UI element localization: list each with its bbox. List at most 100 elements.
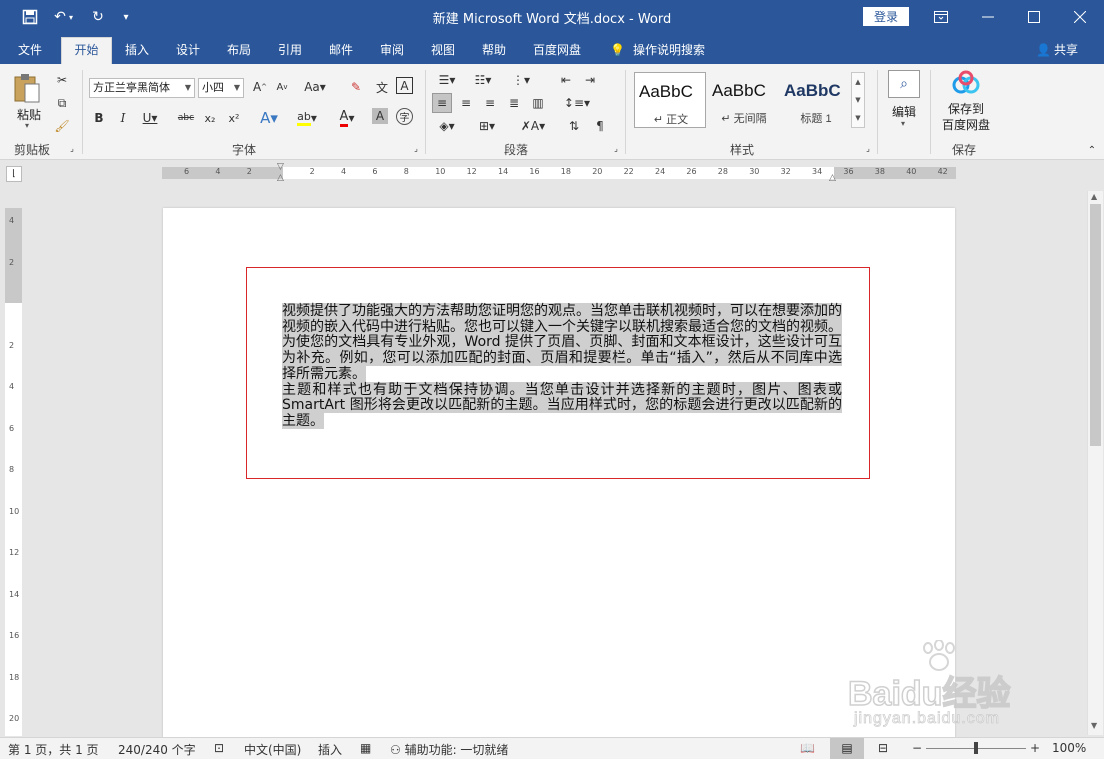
clear-formatting-icon[interactable]: ✎ <box>346 77 366 97</box>
enclose-characters-icon[interactable]: 字 <box>396 108 413 125</box>
font-name-combo[interactable]: 方正兰亭黑简体 ▼ <box>89 78 195 98</box>
maximize-icon[interactable] <box>1011 0 1057 34</box>
document-text[interactable]: 视频提供了功能强大的方法帮助您证明您的观点。当您单击联机视频时，可以在想要添加的… <box>282 303 842 430</box>
styles-scroll[interactable]: ▲ ▼ ▼ <box>851 72 865 128</box>
style-normal[interactable]: AaBbC ↵ 正文 <box>634 72 706 128</box>
accessibility-status[interactable]: ⚇ 辅助功能: 一切就绪 <box>390 741 508 758</box>
tab-review[interactable]: 审阅 <box>380 41 404 58</box>
tab-view[interactable]: 视图 <box>431 41 455 58</box>
show-marks-icon[interactable]: ¶ <box>590 116 610 136</box>
tell-me-search[interactable]: 💡 操作说明搜索 <box>610 41 705 58</box>
font-launcher-icon[interactable]: ⌟ <box>410 142 422 154</box>
strikethrough-icon[interactable]: abc <box>176 108 196 128</box>
line-spacing-icon[interactable]: ↕≡▾ <box>562 93 592 113</box>
clipboard-launcher-icon[interactable]: ⌟ <box>66 142 78 154</box>
character-border-icon[interactable]: A <box>396 77 413 94</box>
chevron-down-icon[interactable]: ▼ <box>852 91 864 109</box>
format-painter-icon[interactable]: 🖌 <box>52 116 72 136</box>
cut-icon[interactable]: ✂ <box>52 70 72 90</box>
paragraph-3[interactable]: 主题和样式也有助于文档保持协调。当您单击设计并选择新的主题时，图片、图表或 Sm… <box>282 381 842 430</box>
text-effects-icon[interactable]: A▾ <box>256 108 282 128</box>
zoom-slider[interactable] <box>926 742 1026 754</box>
save-to-baidu-button[interactable]: 保存到 百度网盘 <box>938 70 994 136</box>
style-heading-1[interactable]: AaBbC 标题 1 <box>780 72 852 128</box>
document-page[interactable]: 视频提供了功能强大的方法帮助您证明您的观点。当您单击联机视频时，可以在想要添加的… <box>163 208 955 738</box>
customize-quick-access-icon[interactable]: ▾ <box>116 7 136 27</box>
scroll-down-icon[interactable]: ▼ <box>1091 721 1097 730</box>
redo-icon[interactable]: ↻ <box>88 7 108 27</box>
grow-font-icon[interactable]: A ^ <box>250 77 270 97</box>
character-shading-icon[interactable]: A <box>372 108 388 124</box>
subscript-icon[interactable]: x₂ <box>200 108 220 128</box>
tab-file[interactable]: 文件 <box>18 41 42 58</box>
paragraph-2[interactable]: 为使您的文档具有专业外观，Word 提供了页眉、页脚、封面和文本框设计，这些设计… <box>282 334 842 382</box>
distributed-icon[interactable]: ▥ <box>528 93 548 113</box>
right-indent-marker[interactable]: △ <box>829 173 836 183</box>
change-case-icon[interactable]: Aa▾ <box>302 77 328 97</box>
increase-indent-icon[interactable]: ⇥ <box>580 70 600 90</box>
close-icon[interactable] <box>1057 0 1103 34</box>
tab-references[interactable]: 引用 <box>278 41 302 58</box>
font-size-combo[interactable]: 小四 ▼ <box>198 78 244 98</box>
insert-mode[interactable]: 插入 <box>318 741 342 758</box>
shrink-font-icon[interactable]: Av <box>272 77 292 97</box>
shading-icon[interactable]: ◈▾ <box>434 116 460 136</box>
print-layout-button[interactable]: ▤ <box>830 738 864 759</box>
read-mode-icon[interactable]: 📖 <box>800 741 815 755</box>
language-indicator[interactable]: 中文(中国) <box>244 741 301 758</box>
bullets-icon[interactable]: ☰▾ <box>434 70 460 90</box>
web-layout-icon[interactable]: ⊟ <box>878 741 888 755</box>
hanging-indent-marker[interactable]: △ <box>277 173 284 183</box>
tab-layout[interactable]: 布局 <box>227 41 251 58</box>
tab-baidu-netdisk[interactable]: 百度网盘 <box>533 41 581 58</box>
vertical-scrollbar[interactable]: ▲ ▼ <box>1087 191 1103 735</box>
save-icon[interactable] <box>20 7 40 27</box>
macro-icon[interactable]: ▦ <box>360 741 371 755</box>
tab-help[interactable]: 帮助 <box>482 41 506 58</box>
style-no-spacing[interactable]: AaBbC ↵ 无间隔 <box>708 72 780 128</box>
tab-mailings[interactable]: 邮件 <box>329 41 353 58</box>
zoom-in-icon[interactable]: + <box>1030 741 1040 755</box>
page-count[interactable]: 第 1 页，共 1 页 <box>8 741 99 758</box>
numbering-icon[interactable]: ☷▾ <box>470 70 496 90</box>
chevron-up-icon[interactable]: ▲ <box>852 73 864 91</box>
undo-dropdown-icon[interactable]: ▾ <box>66 7 76 27</box>
word-count[interactable]: 240/240 个字 <box>118 741 196 758</box>
sort-icon[interactable]: ⇅ <box>564 116 584 136</box>
align-right-icon[interactable]: ≡ <box>480 93 500 113</box>
tab-selector-icon[interactable]: ⌊ <box>6 166 22 182</box>
copy-icon[interactable]: ⧉ <box>52 93 72 113</box>
superscript-icon[interactable]: x² <box>224 108 244 128</box>
align-center-icon[interactable]: ≡ <box>456 93 476 113</box>
login-button[interactable]: 登录 <box>863 7 909 26</box>
scrollbar-thumb[interactable] <box>1090 204 1101 446</box>
multilevel-list-icon[interactable]: ⋮▾ <box>508 70 534 90</box>
ribbon-display-options-icon[interactable] <box>918 0 964 34</box>
minimize-icon[interactable] <box>965 0 1011 34</box>
font-color-icon[interactable]: A ▾ <box>334 108 360 128</box>
borders-icon[interactable]: ⊞▾ <box>474 116 500 136</box>
zoom-slider-thumb[interactable] <box>974 742 978 754</box>
paragraph-launcher-icon[interactable]: ⌟ <box>610 142 622 154</box>
align-left-icon[interactable]: ≡ <box>432 93 452 113</box>
styles-launcher-icon[interactable]: ⌟ <box>862 142 874 154</box>
text-box[interactable]: 视频提供了功能强大的方法帮助您证明您的观点。当您单击联机视频时，可以在想要添加的… <box>246 267 870 479</box>
zoom-out-icon[interactable]: − <box>912 741 922 755</box>
paragraph-1[interactable]: 视频提供了功能强大的方法帮助您证明您的观点。当您单击联机视频时，可以在想要添加的… <box>282 303 842 335</box>
proofing-icon[interactable]: ⊡ <box>214 741 224 755</box>
vertical-ruler[interactable]: 4 2 2 4 6 8 10 12 14 16 18 20 <box>5 208 22 736</box>
italic-icon[interactable]: I <box>113 108 133 128</box>
decrease-indent-icon[interactable]: ⇤ <box>556 70 576 90</box>
phonetic-guide-icon[interactable]: 文 <box>372 77 392 97</box>
zoom-level[interactable]: 100% <box>1052 741 1086 755</box>
highlight-color-icon[interactable]: ab ▾ <box>294 108 320 128</box>
collapse-ribbon-icon[interactable]: ⌃ <box>1082 140 1102 160</box>
tab-home[interactable]: 开始 <box>61 37 112 64</box>
more-styles-icon[interactable]: ▼ <box>852 109 864 127</box>
chinese-layout-icon[interactable]: ✗A▾ <box>518 116 548 136</box>
tab-insert[interactable]: 插入 <box>125 41 149 58</box>
paste-button[interactable]: 粘贴 ▾ <box>12 72 48 132</box>
first-line-indent-marker[interactable]: ▽ <box>277 162 284 172</box>
editing-button[interactable]: ⌕ 编辑 ▾ <box>886 70 922 132</box>
bold-icon[interactable]: B <box>89 108 109 128</box>
